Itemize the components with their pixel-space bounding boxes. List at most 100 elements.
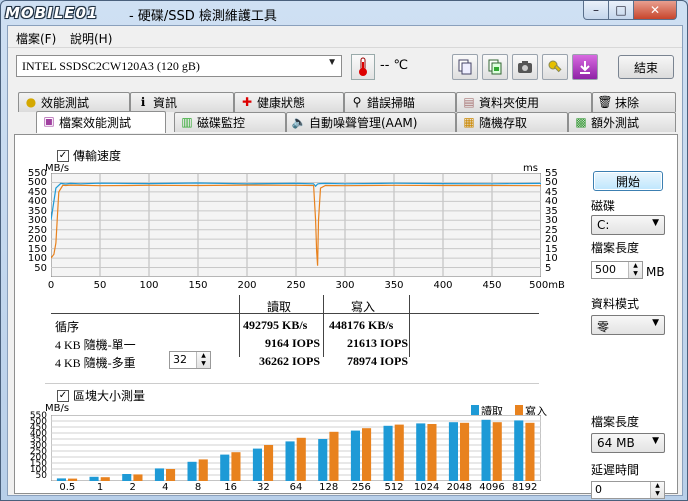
tab-erase[interactable]: 🗑 抹除 (592, 92, 676, 112)
bar-read (416, 423, 426, 481)
file-length-label: 檔案長度 (591, 241, 640, 255)
x-tick-label: 100 (139, 280, 159, 291)
tab-benchmark[interactable]: ● 效能測試 (18, 92, 130, 112)
maximize-button[interactable]: □ (608, 1, 634, 20)
close-button[interactable]: ✕ (633, 1, 677, 20)
bar-read (350, 430, 360, 481)
tab-random-access[interactable]: ▦ 隨機存取 (456, 112, 568, 132)
delay-value: 0 (595, 483, 602, 496)
tab-label: 健康狀態 (257, 96, 306, 110)
bar-write (198, 459, 208, 481)
bar-write (296, 437, 306, 481)
bar-write (394, 424, 404, 481)
bar-read (56, 478, 66, 481)
bar-write (525, 422, 535, 481)
x-tick-label: 450 (482, 280, 502, 291)
screenshot-button[interactable] (512, 54, 538, 80)
tab-label: 隨機存取 (479, 116, 528, 130)
data-mode-select[interactable]: 零 ▼ (591, 315, 665, 335)
minimize-button[interactable]: – (583, 1, 609, 20)
bar-read (187, 461, 197, 481)
4k-multi-read: 36262 IOPS (259, 354, 321, 368)
toolbar: INTEL SSDSC2CW120A3 (120 gB) ▼ -- ℃ 結束 (8, 49, 682, 87)
tab-label: 抹除 (615, 96, 640, 110)
logo-text: MOBILE01 (5, 4, 99, 22)
block-file-length-select[interactable]: 64 MB ▼ (591, 433, 665, 453)
bar-write (492, 422, 502, 481)
y2-tick-label: 5 (545, 262, 552, 274)
tab-folder-usage[interactable]: ▤ 資料夾使用 (456, 92, 592, 112)
bar-write (166, 469, 176, 481)
spin-arrows-icon[interactable]: ▲ ▼ (628, 262, 642, 278)
legend-write-swatch (515, 405, 523, 415)
bar-read (514, 420, 524, 481)
bar-write (100, 477, 110, 481)
bar-read (318, 439, 328, 481)
results-divider (51, 313, 539, 314)
info-icon: ℹ (140, 95, 146, 109)
file-icon: ▣ (43, 114, 55, 128)
window-title: - 硬碟/SSD 檢測維護工具 (129, 9, 277, 24)
file-length-stepper[interactable]: 500 ▲ ▼ (591, 261, 643, 279)
chevron-down-icon: ▼ (652, 218, 659, 228)
chevron-down-icon: ▼ (652, 318, 659, 328)
start-button[interactable]: 開始 (593, 171, 663, 191)
bar-read (252, 448, 262, 481)
x-tick-label: 300 (335, 280, 355, 291)
tab-health[interactable]: ✚ 健康狀態 (234, 92, 344, 112)
health-cross-icon: ✚ (241, 95, 253, 109)
folder-icon: ▤ (463, 95, 475, 109)
spin-arrows-icon[interactable]: ▲ ▼ (196, 352, 210, 368)
queue-depth-stepper[interactable]: 32 ▲ ▼ (169, 351, 211, 369)
save-icon (488, 59, 502, 75)
tab-error-scan[interactable]: ⚲ 錯誤掃瞄 (344, 92, 456, 112)
bar-write (362, 428, 372, 481)
delay-stepper[interactable]: 0 ▲ ▼ (591, 481, 665, 499)
bar-write (329, 431, 339, 481)
tab-aam[interactable]: 🔈 自動噪聲管理(AAM) (286, 112, 456, 132)
block-x-tick-label: 8192 (511, 482, 538, 493)
file-length-value: 500 (595, 263, 616, 276)
title-bar[interactable]: MOBILE01 - 硬碟/SSD 檢測維護工具 – □ ✕ (1, 1, 687, 25)
results-col-divider-3 (409, 295, 410, 357)
bar-write (133, 474, 143, 481)
file-length-unit: MB (646, 265, 665, 279)
disk-label: 磁碟 (591, 199, 616, 213)
device-select[interactable]: INTEL SSDSC2CW120A3 (120 gB) ▼ (16, 55, 342, 77)
tab-label: 額外測試 (591, 116, 640, 130)
spin-arrows-icon[interactable]: ▲ ▼ (650, 482, 664, 498)
disk-select[interactable]: C: ▼ (591, 215, 665, 235)
transfer-speed-checkbox[interactable]: ✓ 傳輸速度 (57, 147, 121, 164)
section-divider (45, 383, 539, 384)
tab-info[interactable]: ℹ 資訊 (130, 92, 234, 112)
delay-label: 延遲時間 (591, 463, 640, 477)
menu-bar: 檔案(F) 說明(H) (8, 26, 682, 48)
x-tick-label: 200 (237, 280, 257, 291)
read-header: 讀取 (267, 300, 292, 314)
menu-file[interactable]: 檔案(F) (16, 30, 56, 47)
x-tick-label: 50 (93, 280, 107, 291)
download-button[interactable] (572, 54, 598, 80)
x-tick-label: 0 (47, 280, 55, 291)
tab-disk-monitor[interactable]: ▥ 磁碟監控 (174, 112, 286, 132)
chevron-down-icon: ▼ (327, 57, 337, 68)
disk-value: C: (597, 218, 610, 232)
menu-help[interactable]: 說明(H) (70, 30, 112, 47)
bar-read (448, 422, 458, 481)
exit-button[interactable]: 結束 (618, 55, 674, 79)
tab-label: 資料夾使用 (479, 96, 540, 110)
4k-single-write: 21613 IOPS (347, 336, 409, 350)
save-button[interactable] (482, 54, 508, 80)
block-y-tick-label: 50 (35, 471, 47, 481)
tab-extra-tests[interactable]: ▩ 額外測試 (568, 112, 676, 132)
tools-button[interactable] (542, 54, 568, 80)
bulb-icon: ● (25, 95, 37, 109)
checkbox-check-icon: ✓ (57, 389, 69, 402)
y-tick-label: 50 (34, 262, 47, 274)
x-tick-label: 500mB (529, 280, 565, 291)
tab-file-benchmark[interactable]: ▣ 檔案效能測試 (36, 111, 166, 133)
block-size-checkbox[interactable]: ✓ 區塊大小測量 (57, 387, 145, 404)
sequential-write: 448176 KB/s (329, 318, 394, 332)
thermometer-icon[interactable] (351, 54, 375, 80)
copy-button[interactable] (452, 54, 478, 80)
